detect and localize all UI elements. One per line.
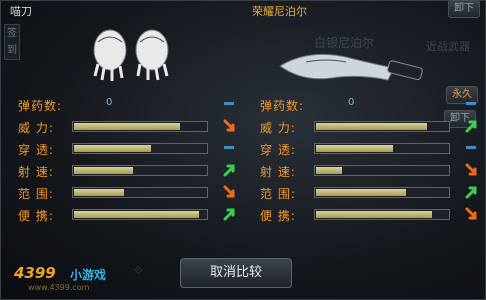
stat-label: 射 速:: [18, 165, 54, 179]
stat-row: 范 围:: [246, 184, 484, 202]
stat-label: 穿 透:: [18, 143, 54, 157]
bg-tab-icon: ⟐: [134, 264, 143, 277]
arrow-up-icon: [222, 162, 236, 178]
stat-bar: [314, 209, 450, 220]
arrow-up-icon: [464, 118, 478, 134]
logo-subtitle: 小游戏: [70, 268, 107, 282]
stat-row: 射 速:: [4, 162, 242, 180]
stat-row: 穿 透:: [246, 140, 484, 158]
stat-bar-fill: [74, 211, 199, 218]
stat-bar-fill: [316, 211, 432, 218]
kukri-knife-icon: [279, 53, 423, 81]
stat-row: 射 速:: [246, 162, 484, 180]
stat-bar: [314, 165, 450, 176]
stat-row: 弹药数: 0: [246, 96, 484, 114]
stat-bar-fill: [74, 145, 151, 152]
left-weapon-name: 喵刀: [10, 5, 32, 18]
right-header: 荣耀尼泊尔 卸下: [246, 0, 484, 18]
stat-bar-fill: [316, 145, 393, 152]
arrow-down-icon: [222, 184, 236, 200]
site-logo: 4399 小游戏 www.4399.com: [6, 262, 114, 294]
equal-dash-icon: [224, 146, 234, 149]
stat-bar: [72, 121, 208, 132]
stat-label: 弹药数:: [18, 99, 63, 113]
stat-label: 弹药数:: [260, 99, 305, 113]
stat-label: 范 围:: [260, 187, 296, 201]
right-weapon-name: 荣耀尼泊尔: [252, 5, 307, 18]
stat-bar-fill: [316, 123, 427, 130]
checkin-tab[interactable]: 签到: [4, 24, 20, 60]
unequip-button[interactable]: 卸下: [448, 0, 480, 18]
stat-label: 威 力:: [260, 121, 296, 135]
stat-label: 射 速:: [260, 165, 296, 179]
arrow-down-icon: [222, 118, 236, 134]
stat-bar-fill: [316, 167, 342, 174]
stat-row: 范 围:: [4, 184, 242, 202]
arrow-up-icon: [222, 206, 236, 222]
stat-bar: [314, 143, 450, 154]
ammo-value: 0: [348, 97, 355, 108]
equal-dash-icon: [466, 102, 476, 105]
ammo-value: 0: [106, 97, 113, 108]
compare-panel: 喵刀 签到 弹药数: 0 威 力: 穿 透: 射 速: 范 围: 便 携: 荣耀尼泊尔 卸下…: [0, 0, 486, 300]
stat-bar: [72, 209, 208, 220]
arrow-down-icon: [464, 206, 478, 222]
stat-row: 便 携:: [4, 206, 242, 224]
stat-row: 威 力:: [246, 118, 484, 136]
stat-bar-fill: [74, 189, 124, 196]
weapon-category-label: 近战武器: [426, 40, 470, 53]
arrow-up-icon: [464, 184, 478, 200]
stat-bar: [72, 165, 208, 176]
logo-brand: 4399: [14, 264, 56, 282]
stat-row: 便 携:: [246, 206, 484, 224]
stat-bar: [314, 121, 450, 132]
stat-row: 弹药数: 0: [4, 96, 242, 114]
stat-bar-fill: [316, 189, 406, 196]
right-weapon-column: 荣耀尼泊尔 卸下 白银尼泊尔 近战武器 永久 卸下 弹药数: 0 威 力: 穿 透: 射…: [246, 0, 484, 260]
stat-bar-fill: [74, 123, 180, 130]
stat-bar: [314, 187, 450, 198]
stat-row: 威 力:: [4, 118, 242, 136]
stat-label: 便 携:: [18, 209, 54, 223]
arrow-down-icon: [464, 162, 478, 178]
stat-label: 范 围:: [18, 187, 54, 201]
stat-bar: [72, 187, 208, 198]
cancel-compare-button[interactable]: 取消比较: [180, 258, 292, 288]
stat-label: 穿 透:: [260, 143, 296, 157]
claw-gloves-icon: [93, 29, 169, 81]
logo-url: www.4399.com: [28, 283, 90, 292]
left-header: 喵刀: [4, 0, 242, 18]
stat-row: 穿 透:: [4, 140, 242, 158]
stat-bar-fill: [74, 167, 133, 174]
left-weapon-column: 喵刀 签到 弹药数: 0 威 力: 穿 透: 射 速: 范 围: 便 携:: [4, 0, 242, 260]
equal-dash-icon: [224, 102, 234, 105]
stat-label: 威 力:: [18, 121, 54, 135]
stat-label: 便 携:: [260, 209, 296, 223]
stat-bar: [72, 143, 208, 154]
equal-dash-icon: [466, 146, 476, 149]
